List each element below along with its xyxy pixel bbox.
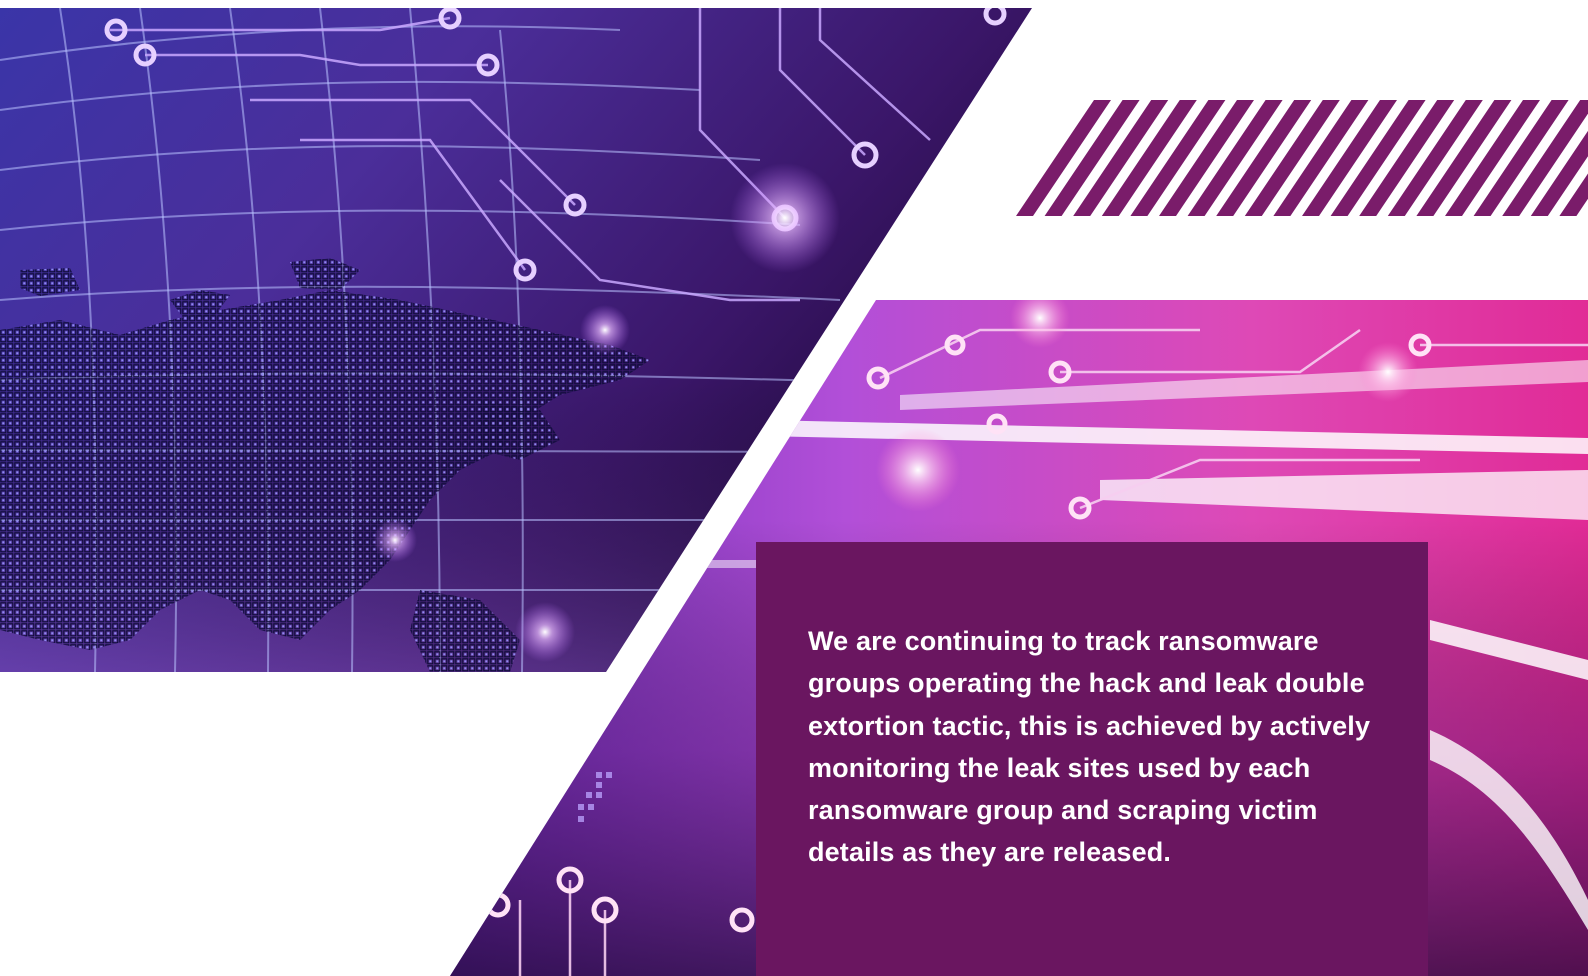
hero-graphic: We are continuing to track ransomware gr… [0,0,1588,976]
callout-box: We are continuing to track ransomware gr… [756,542,1428,976]
callout-text: We are continuing to track ransomware gr… [808,626,1371,868]
